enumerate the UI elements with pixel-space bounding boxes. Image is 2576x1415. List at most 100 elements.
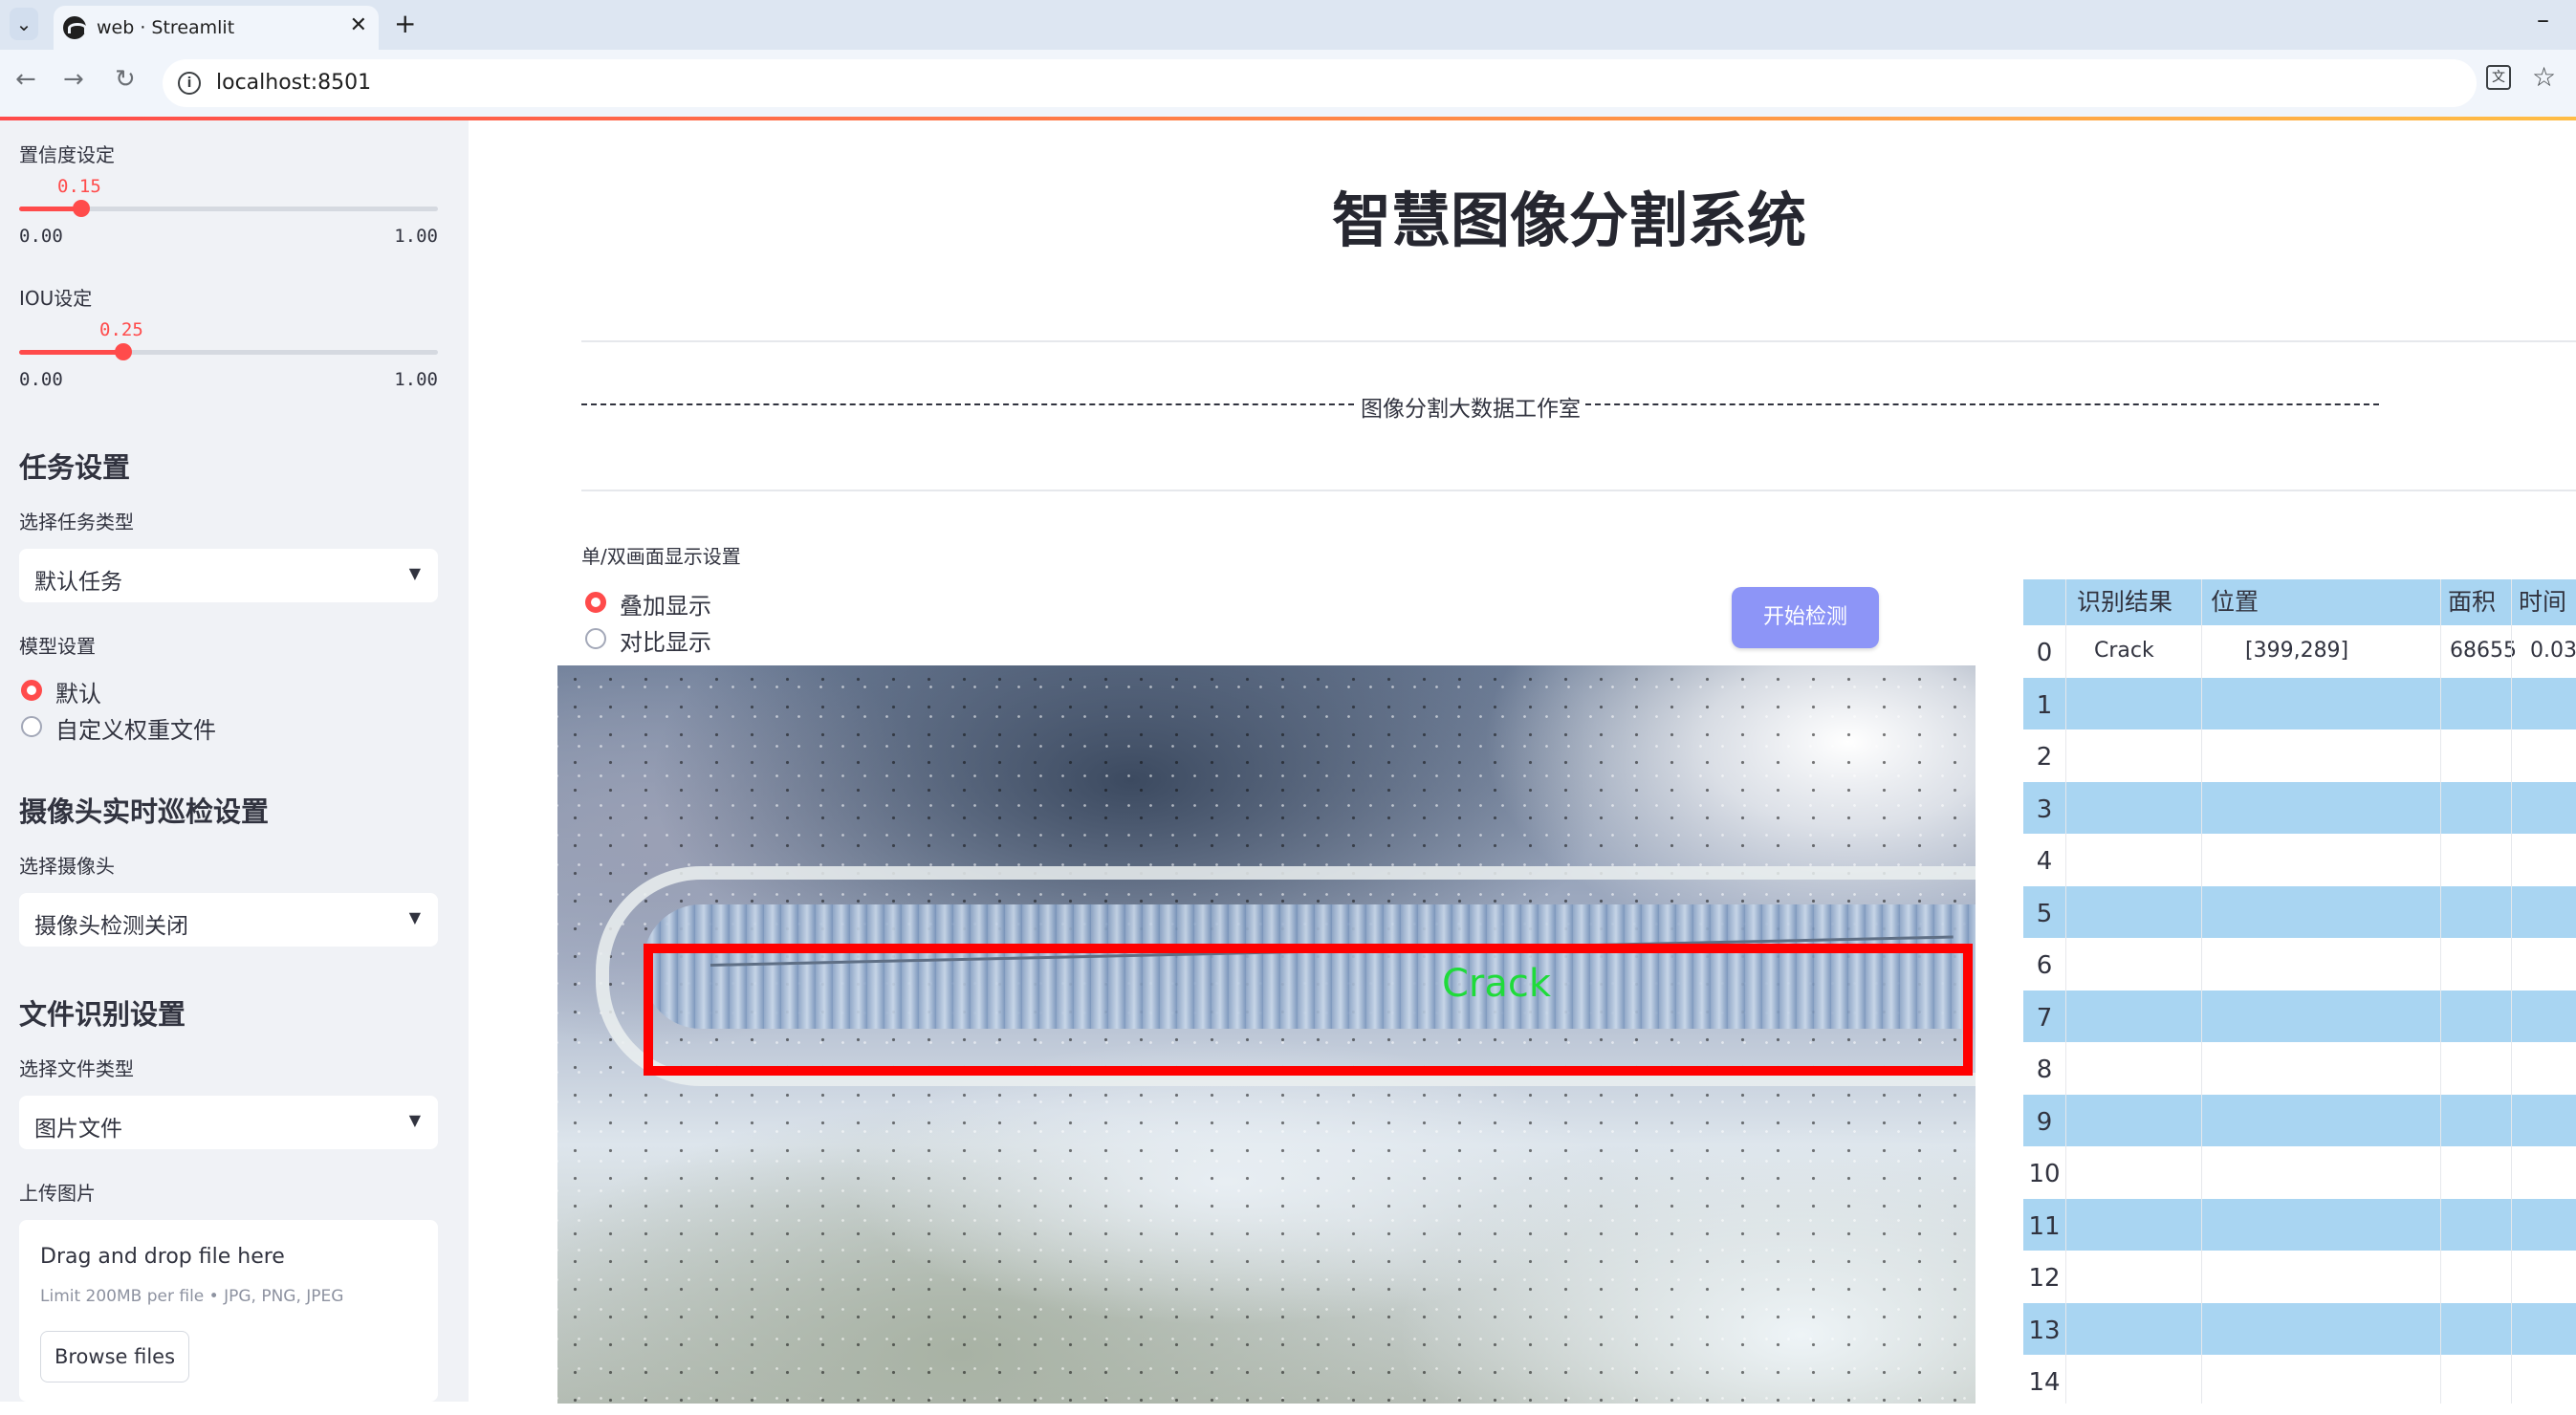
row-index: 14 (2028, 1368, 2061, 1397)
studio-text: 图像分割大数据工作室 (1361, 397, 1581, 422)
browser-tab-bar: ⌄ web · Streamlit ✕ + – (0, 0, 2576, 50)
sidebar: 置信度设定 0.15 0.00 1.00 IOU设定 0.25 0.00 1.0… (0, 120, 469, 1402)
close-icon[interactable]: ✕ (350, 13, 367, 37)
table-row: 9 (2023, 1094, 2576, 1146)
table-row: 12 (2023, 1251, 2576, 1302)
camera-select-label: 选择摄像头 (19, 855, 115, 878)
slider-track[interactable] (19, 200, 438, 217)
radio-selected-icon[interactable] (585, 592, 606, 613)
table-row: 4 (2023, 834, 2576, 885)
new-tab-plus-icon[interactable]: + (394, 8, 416, 39)
cell-area: 68655 (2450, 639, 2517, 663)
column-divider (2065, 579, 2066, 1404)
url-text: localhost:8501 (216, 71, 372, 95)
file-uploader-dropzone[interactable]: Drag and drop file here Limit 200MB per … (19, 1220, 438, 1402)
radio-selected-icon[interactable] (21, 680, 42, 701)
minimize-icon[interactable]: – (2537, 6, 2549, 34)
row-index: 7 (2036, 1003, 2053, 1033)
camera-select[interactable]: 摄像头检测关闭 ▼ (19, 893, 438, 947)
slider-max: 1.00 (394, 369, 438, 390)
slider-thumb[interactable] (115, 343, 132, 360)
table-row: 6 (2023, 938, 2576, 990)
task-type-select[interactable]: 默认任务 ▼ (19, 549, 438, 602)
iou-value: 0.25 (99, 319, 143, 340)
row-index: 8 (2036, 1056, 2053, 1084)
browse-files-button[interactable]: Browse files (40, 1331, 189, 1382)
upload-limit-text: Limit 200MB per file • JPG, PNG, JPEG (40, 1287, 344, 1306)
slider-min: 0.00 (19, 369, 63, 390)
confidence-slider[interactable]: 0.15 0.00 1.00 (19, 176, 438, 252)
row-index: 12 (2028, 1264, 2061, 1293)
table-row: 7 (2023, 990, 2576, 1042)
file-type-select[interactable]: 图片文件 ▼ (19, 1096, 438, 1149)
row-index: 4 (2036, 847, 2053, 876)
table-row: 14 (2023, 1355, 2576, 1404)
translate-icon[interactable]: 文 (2486, 65, 2511, 90)
row-index: 9 (2036, 1107, 2053, 1137)
table-row: 1 (2023, 677, 2576, 729)
table-row: 10 (2023, 1146, 2576, 1198)
reload-icon[interactable]: ↻ (115, 65, 136, 94)
iou-slider[interactable]: 0.25 0.00 1.00 (19, 319, 438, 396)
radio-unselected-icon[interactable] (21, 716, 42, 737)
camera-settings-header: 摄像头实时巡检设置 (19, 795, 270, 828)
forward-arrow-icon[interactable]: → (63, 65, 84, 94)
row-index: 11 (2028, 1211, 2061, 1241)
row-index: 0 (2036, 639, 2053, 667)
row-index: 1 (2036, 690, 2053, 720)
radio-label: 对比显示 (620, 629, 711, 656)
back-arrow-icon[interactable]: ← (15, 65, 36, 94)
detection-bounding-box (644, 944, 1973, 1076)
column-divider (2511, 579, 2512, 1404)
column-header-result: 识别结果 (2077, 588, 2173, 616)
bookmark-star-icon[interactable]: ☆ (2532, 61, 2556, 93)
address-bar-row: ← → ↻ i localhost:8501 文 ☆ (0, 50, 2576, 117)
confidence-value: 0.15 (57, 176, 101, 197)
task-settings-header: 任务设置 (19, 451, 131, 484)
iou-label: IOU设定 (19, 287, 93, 310)
table-row: 13 (2023, 1302, 2576, 1355)
url-field[interactable]: i localhost:8501 (163, 59, 2477, 107)
dashed-rule (1585, 403, 2379, 405)
slider-track[interactable] (19, 343, 438, 360)
camera-select-value: 摄像头检测关闭 (34, 914, 188, 939)
file-type-value: 图片文件 (34, 1117, 122, 1142)
results-table[interactable]: 识别结果 位置 面积 时间 0 Crack [399,289] 68655 0.03 1 2… (2023, 579, 2576, 1404)
radio-label: 默认 (55, 681, 101, 708)
row-index: 13 (2028, 1316, 2061, 1345)
column-header-time: 时间 (2519, 588, 2567, 616)
tab-title: web · Streamlit (97, 17, 235, 38)
cell-position: [399,289] (2245, 639, 2349, 663)
table-row: 2 (2023, 729, 2576, 781)
cell-result: Crack (2094, 639, 2154, 663)
chevron-down-icon: ▼ (408, 1111, 421, 1129)
table-row: 5 (2023, 885, 2576, 938)
dashed-rule (581, 403, 1354, 405)
streamlit-favicon-icon (63, 16, 87, 39)
file-settings-header: 文件识别设置 (19, 998, 186, 1031)
slider-thumb[interactable] (73, 200, 90, 217)
browser-tab[interactable]: web · Streamlit ✕ (54, 6, 379, 50)
row-index: 10 (2028, 1160, 2061, 1188)
drop-text: Drag and drop file here (40, 1245, 285, 1269)
display-mode-label: 单/双画面显示设置 (581, 545, 741, 568)
radio-label: 自定义权重文件 (55, 717, 216, 744)
confidence-label: 置信度设定 (19, 143, 115, 166)
start-detection-button[interactable]: 开始检测 (1732, 587, 1879, 648)
slider-min: 0.00 (19, 226, 63, 247)
task-type-value: 默认任务 (34, 570, 122, 595)
studio-banner: 图像分割大数据工作室 (581, 390, 2379, 422)
table-row: 0 Crack [399,289] 68655 0.03 (2023, 625, 2576, 677)
site-info-icon[interactable]: i (178, 72, 201, 95)
table-row: 11 (2023, 1198, 2576, 1251)
radio-unselected-icon[interactable] (585, 628, 606, 649)
column-header-position: 位置 (2211, 588, 2259, 616)
model-settings-label: 模型设置 (19, 635, 96, 658)
tab-search-chevron-icon[interactable]: ⌄ (10, 8, 38, 40)
task-type-label: 选择任务类型 (19, 511, 134, 533)
divider (581, 490, 2576, 491)
divider (581, 340, 2576, 342)
chevron-down-icon: ▼ (408, 908, 421, 926)
cell-time: 0.03 (2530, 639, 2576, 663)
row-index: 2 (2036, 743, 2053, 772)
